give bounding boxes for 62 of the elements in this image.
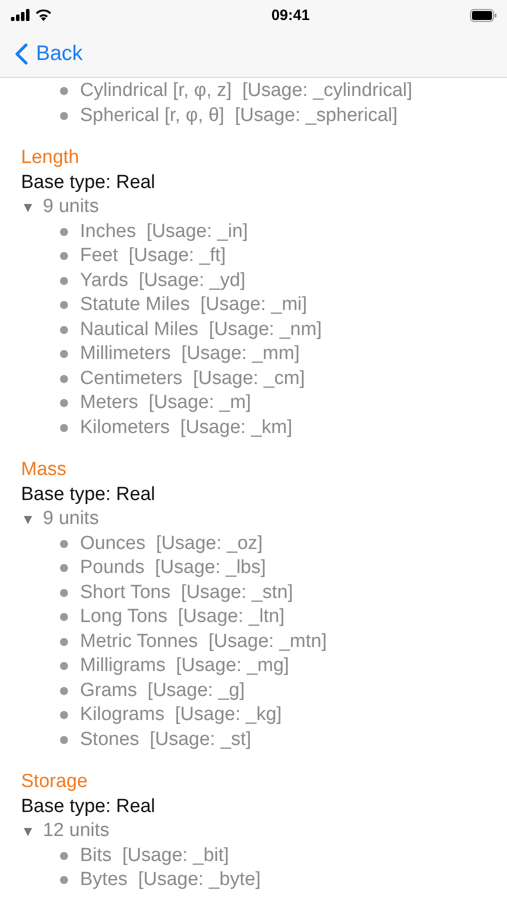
- unit-category-title: Storage: [21, 770, 89, 794]
- bullet-icon: [60, 638, 68, 646]
- unit-item: Statute Miles [Usage: _mi]: [80, 294, 308, 316]
- bullet-icon: [60, 350, 68, 358]
- bullet-icon: [60, 252, 68, 260]
- unit-item: Stones [Usage: _st]: [80, 728, 252, 751]
- unit-item: Ounces [Usage: _oz]: [80, 532, 263, 555]
- unit-item: Spherical [r, φ, θ] [Usage: _spherical]: [80, 104, 398, 127]
- unit-item: Centimeters [Usage: _cm]: [80, 368, 305, 390]
- bullet-icon: [60, 228, 68, 236]
- bullet-icon: [60, 686, 68, 695]
- wifi-icon: [35, 9, 52, 21]
- base-type-label: Base type: Real: [21, 482, 156, 506]
- bullet-icon: [60, 374, 68, 383]
- unit-item: Kilograms [Usage: _kg]: [80, 704, 282, 726]
- unit-item: Bits [Usage: _bit]: [80, 844, 229, 867]
- unit-category-title: Mass: [21, 458, 68, 482]
- chevron-left-icon: [15, 42, 28, 64]
- unit-item: Nautical Miles [Usage: _nm]: [80, 318, 322, 341]
- disclosure-triangle[interactable]: ▼: [21, 199, 35, 216]
- unit-item: Metric Tonnes [Usage: _mtn]: [80, 630, 327, 653]
- unit-count: 12 units: [42, 820, 110, 842]
- bullet-icon: [60, 564, 68, 572]
- unit-item: Long Tons [Usage: _ltn]: [80, 606, 285, 628]
- unit-item: Pounds [Usage: _lbs]: [80, 557, 266, 580]
- unit-item: Bytes [Usage: _byte]: [80, 869, 261, 892]
- unit-item: Inches [Usage: _in]: [80, 220, 248, 243]
- unit-count: 9 units: [42, 508, 99, 530]
- bullet-icon: [60, 424, 68, 432]
- unit-item: Milligrams [Usage: _mg]: [80, 655, 290, 678]
- signal-icon: [11, 9, 31, 21]
- bullet-icon: [60, 736, 68, 744]
- unit-item: Millimeters [Usage: _mm]: [80, 343, 300, 366]
- disclosure-triangle[interactable]: ▼: [21, 823, 35, 840]
- bullet-icon: [60, 613, 68, 622]
- unit-item: Meters [Usage: _m]: [80, 392, 252, 414]
- bullet-icon: [60, 112, 68, 120]
- back-button[interactable]: Back: [15, 42, 83, 66]
- bullet-icon: [60, 711, 68, 720]
- bullet-icon: [60, 276, 68, 285]
- unit-item: Grams [Usage: _g]: [80, 680, 245, 702]
- unit-item: Cylindrical [r, φ, z] [Usage: _cylindrical]: [80, 80, 412, 102]
- battery-icon: [470, 8, 497, 22]
- bullet-icon: [60, 87, 68, 96]
- status-time: 09:41: [271, 6, 310, 24]
- bullet-icon: [60, 852, 68, 860]
- unit-item: Short Tons [Usage: _stn]: [80, 582, 293, 604]
- disclosure-triangle[interactable]: ▼: [21, 511, 35, 528]
- bullet-icon: [60, 540, 68, 548]
- unit-item: Kilometers [Usage: _km]: [80, 416, 292, 439]
- bullet-icon: [60, 588, 68, 597]
- unit-category-title: Length: [21, 146, 80, 170]
- bullet-icon: [60, 301, 68, 310]
- base-type-label: Base type: Real: [21, 794, 156, 818]
- bullet-icon: [60, 326, 68, 334]
- unit-count: 9 units: [42, 196, 99, 218]
- bullet-icon: [60, 399, 68, 408]
- unit-item: Yards [Usage: _yd]: [80, 270, 246, 292]
- base-type-label: Base type: Real: [21, 170, 156, 194]
- bullet-icon: [60, 876, 68, 884]
- unit-item: Feet [Usage: _ft]: [80, 245, 226, 268]
- bullet-icon: [60, 662, 68, 670]
